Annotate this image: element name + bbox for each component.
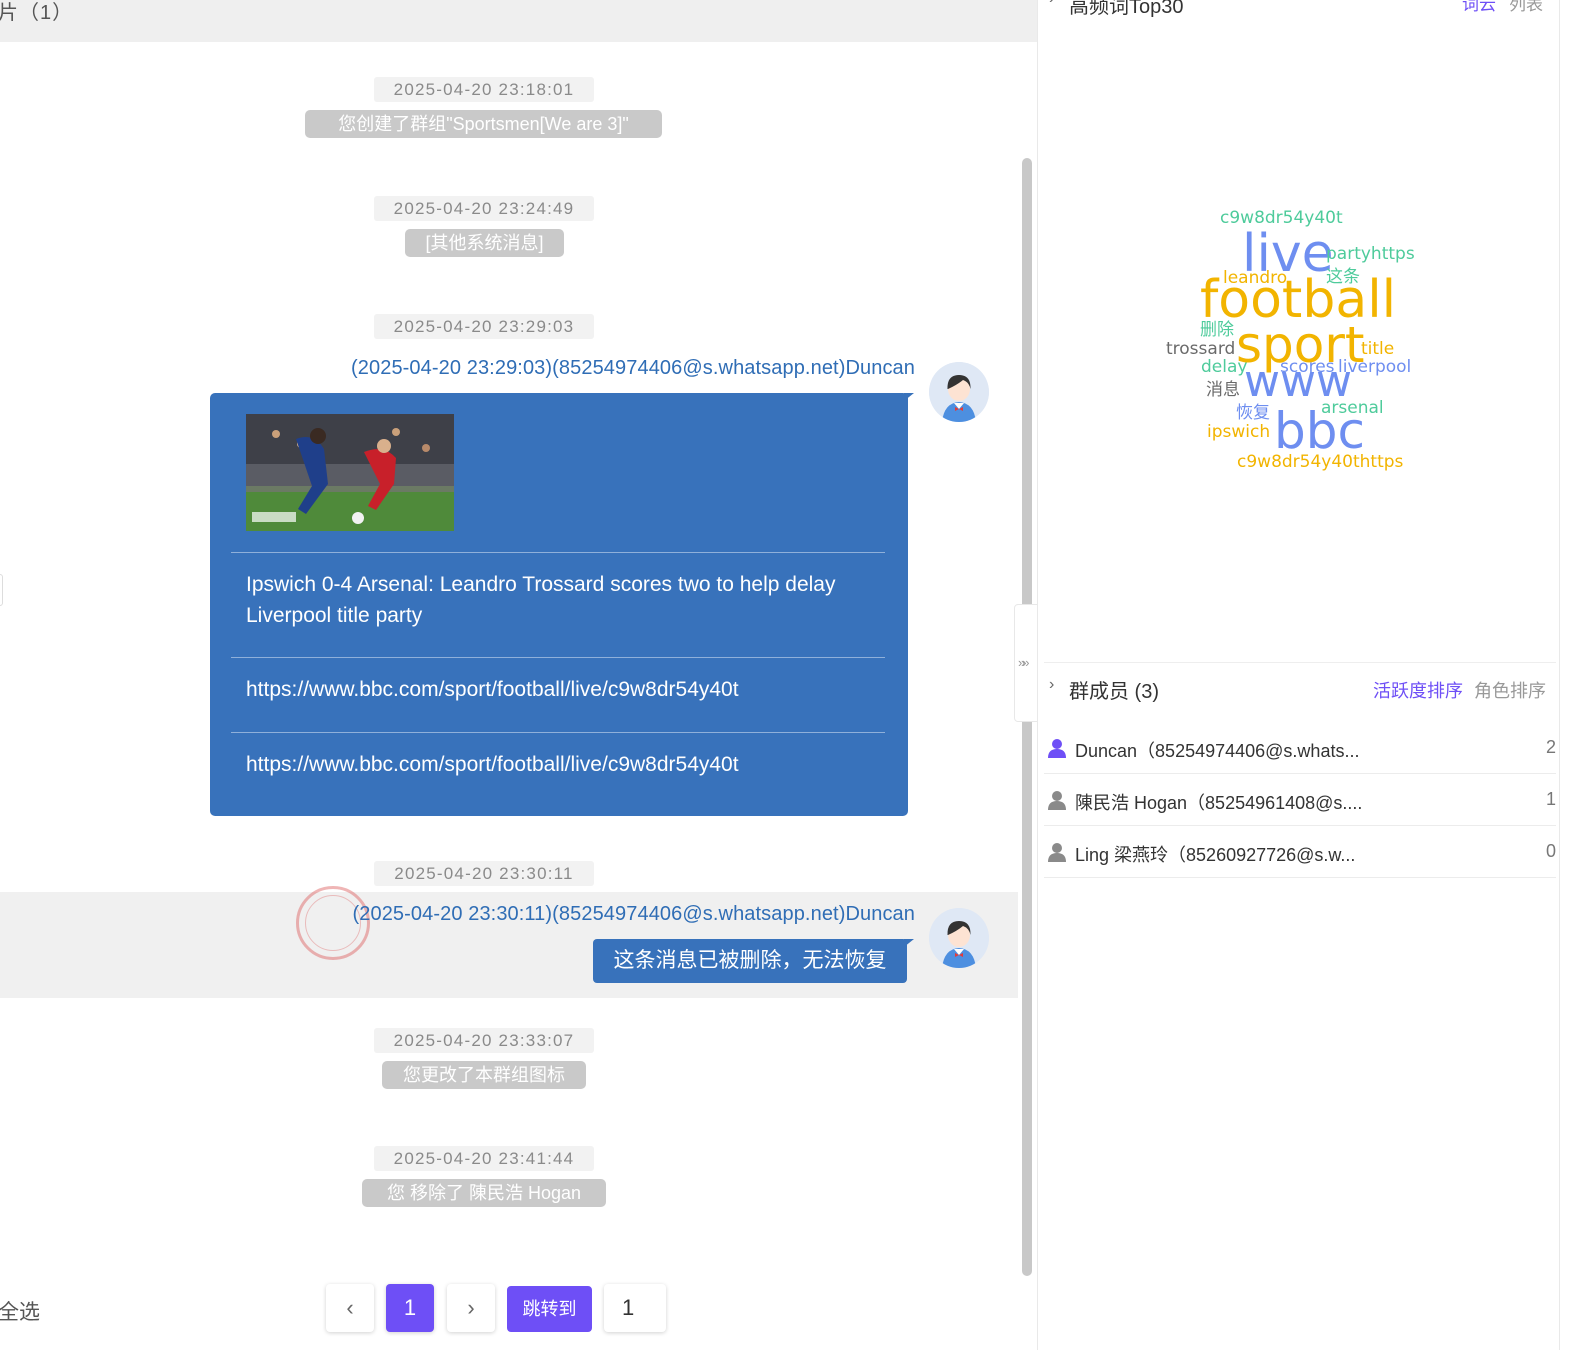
message-timestamp: 2025-04-20 23:41:44: [374, 1146, 594, 1171]
prev-page-button[interactable]: ‹: [326, 1284, 374, 1332]
wordcloud-word: partyhttps: [1326, 244, 1415, 264]
system-message: 您 移除了 陳民浩 Hogan: [362, 1179, 606, 1207]
wordcloud-title: 高频词Top30: [1069, 0, 1184, 18]
wordcloud-word: 删除: [1200, 320, 1234, 340]
link-card-title[interactable]: Ipswich 0-4 Arsenal: Leandro Trossard sc…: [246, 569, 866, 631]
sender-avatar[interactable]: [929, 362, 989, 422]
message-sender: (2025-04-20 23:29:03)(85254974406@s.what…: [351, 357, 915, 379]
user-icon: [1048, 843, 1066, 862]
message-timestamp: 2025-04-20 23:33:07: [374, 1028, 594, 1053]
chevron-right-icon: ›: [467, 1295, 475, 1320]
link-card-url[interactable]: https://www.bbc.com/sport/football/live/…: [246, 753, 739, 777]
tab-wordcloud[interactable]: 词云: [1462, 0, 1496, 15]
message-timestamp: 2025-04-20 23:30:11: [374, 861, 594, 886]
message-timestamp: 2025-04-20 23:29:03: [374, 314, 594, 339]
message-timestamp: 2025-04-20 23:18:01: [374, 77, 594, 102]
wordcloud-word: 消息: [1206, 380, 1240, 400]
chat-header-text: 片（1）: [0, 2, 74, 24]
link-card-url[interactable]: https://www.bbc.com/sport/football/live/…: [246, 678, 739, 702]
member-name: 陳民浩 Hogan（85254961408@s....: [1075, 793, 1363, 813]
select-all-checkbox[interactable]: 全选: [0, 1296, 40, 1326]
card-divider: [231, 732, 885, 733]
chat-header: 片（1）: [0, 0, 1037, 42]
system-message: 您更改了本群组图标: [382, 1061, 586, 1089]
wordcloud-word: c9w8dr54y40thttps: [1237, 452, 1404, 472]
member-row[interactable]: 陳民浩 Hogan（85254961408@s.... 1: [1044, 774, 1556, 826]
sort-by-role-button[interactable]: 角色排序: [1474, 677, 1546, 703]
message-checkbox[interactable]: [0, 574, 3, 606]
wordcloud-word: ipswich: [1207, 422, 1271, 442]
jump-to-page-button[interactable]: 跳转到: [507, 1286, 592, 1332]
link-card-bubble[interactable]: Ipswich 0-4 Arsenal: Leandro Trossard sc…: [210, 393, 908, 816]
member-message-count: 2: [1545, 737, 1556, 757]
members-title: 群成员 (3): [1069, 681, 1159, 703]
next-page-button[interactable]: ›: [447, 1284, 495, 1332]
user-icon: [1048, 739, 1066, 758]
member-message-count: 0: [1545, 841, 1556, 861]
wordcloud-word: trossard: [1166, 339, 1236, 359]
wordcloud-word: bbc: [1274, 402, 1365, 460]
link-preview-image[interactable]: [246, 414, 454, 531]
panel-collapse-handle[interactable]: »»: [1014, 604, 1038, 722]
message-timestamp: 2025-04-20 23:24:49: [374, 196, 594, 221]
chevron-right-icon[interactable]: ›: [1049, 676, 1054, 694]
panel-gutter: [1560, 0, 1586, 1367]
card-divider: [231, 657, 885, 658]
wordcloud: c9w8dr54y40t live partyhttps leandro 这条 …: [1160, 200, 1430, 480]
member-row[interactable]: Duncan（85254974406@s.whats... 2: [1044, 722, 1556, 774]
wordcloud-word: title: [1361, 339, 1395, 359]
message-sender: (2025-04-20 23:30:11)(85254974406@s.what…: [352, 903, 915, 925]
page-number-input[interactable]: 1: [604, 1284, 666, 1332]
tab-list[interactable]: 列表: [1509, 0, 1543, 15]
system-message: [其他系统消息]: [405, 229, 564, 257]
double-chevron-icon: »»: [1018, 655, 1030, 670]
member-row[interactable]: Ling 梁燕玲（85260927726@s.w... 0: [1044, 826, 1556, 878]
chevron-right-icon[interactable]: ›: [1049, 0, 1054, 8]
chevron-left-icon: ‹: [346, 1295, 354, 1320]
member-message-count: 1: [1545, 789, 1556, 809]
system-message: 您创建了群组"Sportsmen[We are 3]": [305, 110, 662, 138]
wordcloud-word: delay: [1201, 357, 1248, 377]
sort-by-activity-button[interactable]: 活跃度排序: [1373, 677, 1463, 703]
sender-avatar[interactable]: [929, 908, 989, 968]
page-number-button[interactable]: 1: [386, 1284, 434, 1332]
deleted-message-bubble[interactable]: 这条消息已被删除，无法恢复: [593, 939, 907, 983]
card-divider: [231, 552, 885, 553]
user-icon: [1048, 791, 1066, 810]
member-name: Ling 梁燕玲（85260927726@s.w...: [1075, 845, 1356, 865]
wordcloud-word: 恢复: [1236, 403, 1270, 423]
app-root: 片（1） 2025-04-20 23:18:01 您创建了群组"Sportsme…: [0, 0, 1586, 1367]
section-divider: [1044, 662, 1556, 663]
member-name: Duncan（85254974406@s.whats...: [1075, 741, 1360, 761]
chat-panel: 片（1） 2025-04-20 23:18:01 您创建了群组"Sportsme…: [0, 0, 1037, 1367]
